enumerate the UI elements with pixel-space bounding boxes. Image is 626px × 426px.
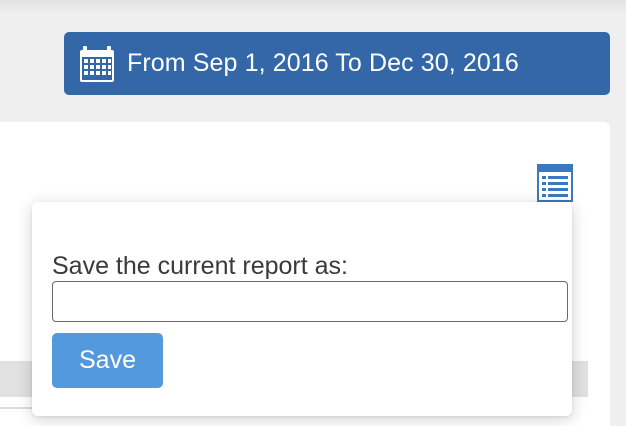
calendar-icon [80,45,114,82]
date-range-button[interactable]: From Sep 1, 2016 To Dec 30, 2016 [64,32,610,95]
list-view-icon[interactable] [537,164,573,202]
table-divider [0,407,32,409]
table-header-strip-right [572,361,588,397]
save-report-popover: Save the current report as: Save [32,202,572,416]
table-header-strip [0,361,32,397]
save-button[interactable]: Save [52,333,163,388]
date-range-label: From Sep 1, 2016 To Dec 30, 2016 [127,49,519,77]
top-shadow-strip [0,0,626,14]
save-report-label: Save the current report as: [52,252,348,280]
report-name-input[interactable] [52,281,568,322]
